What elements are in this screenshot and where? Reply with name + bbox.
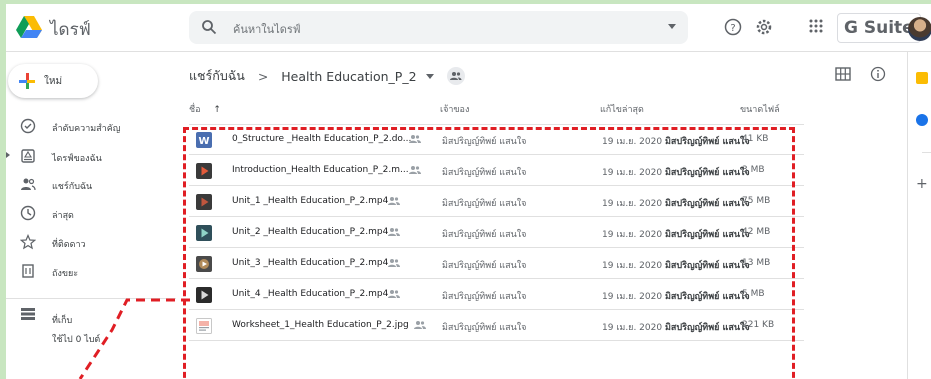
sidebar-item-recent[interactable]: ล่าสุด xyxy=(6,201,176,227)
sidebar-item-label: ที่ติดดาว xyxy=(52,240,86,250)
shared-folder-icon xyxy=(446,67,465,85)
trash-icon xyxy=(22,264,34,278)
sidebar-item-label: ลำดับความสำคัญ xyxy=(52,124,121,134)
sidebar-item-label: ล่าสุด xyxy=(52,211,74,221)
sidebar-item-shared[interactable]: แชร์กับฉัน xyxy=(6,172,176,198)
add-addon-icon[interactable]: + xyxy=(916,177,928,191)
new-button[interactable]: ใหม่ xyxy=(8,64,98,98)
side-panel: + xyxy=(907,52,931,379)
top-bar: ไดรฟ์ ค้นหาในไดรฟ์ ? G Suite xyxy=(6,4,931,52)
breadcrumb-root[interactable]: แชร์กับฉัน xyxy=(189,66,245,86)
search-icon[interactable] xyxy=(201,19,217,35)
drive-logo-icon[interactable] xyxy=(16,16,42,38)
plus-icon xyxy=(19,73,35,89)
help-icon[interactable]: ? xyxy=(724,18,742,36)
chevron-right-icon: > xyxy=(257,68,269,84)
highlight-box xyxy=(183,127,795,379)
keep-icon[interactable] xyxy=(916,72,928,84)
sidebar-item-label: ไดรฟ์ของฉัน xyxy=(52,154,102,164)
column-header-size[interactable]: ขนาดไฟล์ xyxy=(740,102,780,116)
sidebar-divider xyxy=(6,298,176,299)
storage-icon[interactable] xyxy=(20,307,36,321)
breadcrumb: แชร์กับฉัน > Health Education_P_2 xyxy=(189,66,465,86)
new-button-label: ใหม่ xyxy=(44,76,63,87)
sidebar-item-my-drive[interactable]: ไดรฟ์ของฉัน xyxy=(6,144,176,170)
search-input[interactable]: ค้นหาในไดรฟ์ xyxy=(233,20,301,38)
svg-text:?: ? xyxy=(730,23,735,34)
sidebar-item-trash[interactable]: ถังขยะ xyxy=(6,259,176,285)
column-name-label: ชื่อ xyxy=(189,105,201,115)
account-avatar[interactable] xyxy=(908,17,931,41)
star-icon xyxy=(20,234,36,250)
breadcrumb-current[interactable]: Health Education_P_2 xyxy=(281,69,416,84)
grid-view-icon[interactable] xyxy=(835,67,851,81)
check-circle-icon xyxy=(20,118,36,134)
app-title: ไดรฟ์ xyxy=(50,20,91,40)
column-header-owner[interactable]: เจ้าของ xyxy=(440,102,469,116)
shared-with-me-icon xyxy=(21,178,36,191)
settings-gear-icon[interactable] xyxy=(755,18,773,36)
sidebar-item-label: แชร์กับฉัน xyxy=(52,182,93,192)
chevron-down-icon[interactable] xyxy=(425,73,434,79)
sidebar-item-priority[interactable]: ลำดับความสำคัญ xyxy=(6,114,176,140)
sidebar-item-label: ถังขยะ xyxy=(52,269,79,279)
side-panel-divider xyxy=(922,152,931,153)
storage-used: ใช้ไป 0 ไบต์ xyxy=(52,335,101,345)
storage-label[interactable]: ที่เก็บ xyxy=(52,313,72,327)
column-header-modified[interactable]: แก้ไขล่าสุด xyxy=(600,102,644,116)
expand-arrow-icon[interactable] xyxy=(6,152,10,158)
column-header-name[interactable]: ชื่อ ↑ xyxy=(189,102,221,116)
search-bar[interactable]: ค้นหาในไดรฟ์ xyxy=(189,11,688,44)
tasks-icon[interactable] xyxy=(916,114,928,126)
sort-arrow-icon[interactable]: ↑ xyxy=(213,105,221,115)
my-drive-icon xyxy=(21,149,35,163)
apps-grid-icon[interactable] xyxy=(808,18,824,34)
search-options-icon[interactable] xyxy=(668,24,676,29)
info-icon[interactable] xyxy=(870,66,886,82)
sidebar-item-starred[interactable]: ที่ติดดาว xyxy=(6,230,176,256)
clock-icon xyxy=(20,205,36,221)
